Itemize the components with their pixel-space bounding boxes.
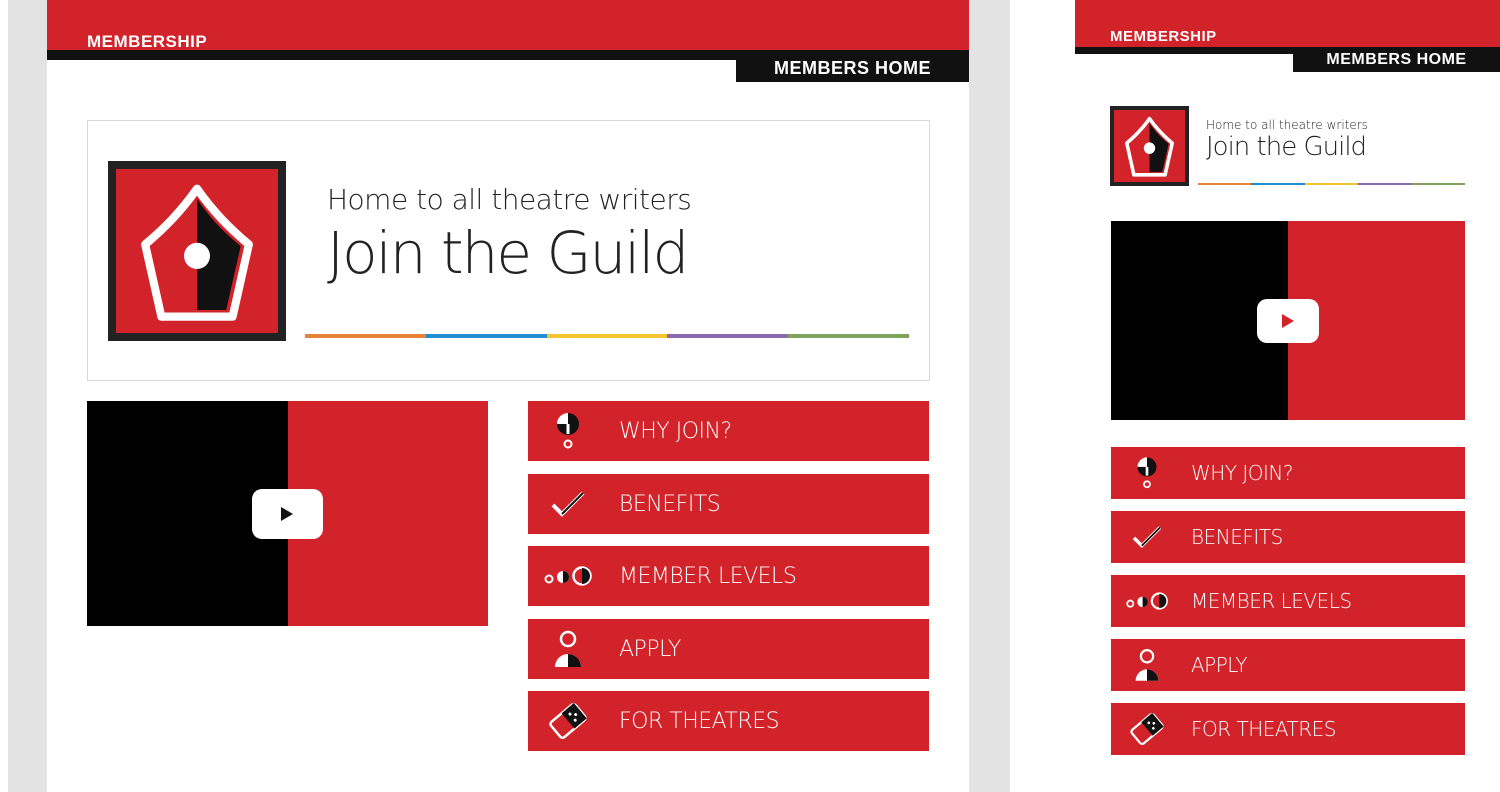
members-home-link[interactable]: MEMBERS HOME xyxy=(736,55,969,82)
color-stripe xyxy=(1198,183,1466,185)
menu-item-label: FOR THEATRES xyxy=(1191,717,1336,741)
menu-item-label: BENEFITS xyxy=(1191,525,1283,549)
menu-item-label: APPLY xyxy=(619,636,681,662)
menu-item-label: APPLY xyxy=(1191,653,1248,677)
menu-item-label: FOR THEATRES xyxy=(619,708,780,734)
levels-icon xyxy=(1121,575,1173,627)
join-headline: Join the Guild xyxy=(1206,132,1367,162)
section-label: MEMBERSHIP xyxy=(1110,28,1217,45)
video-player[interactable] xyxy=(1111,221,1465,420)
pen-nib-curtain-icon xyxy=(116,169,278,333)
ticket-icon xyxy=(540,691,596,751)
video-player[interactable] xyxy=(87,401,488,626)
menu-item-why-join[interactable]: WHY JOIN? xyxy=(1111,447,1465,499)
menu-item-for-theatres[interactable]: FOR THEATRES xyxy=(1111,703,1465,755)
ticket-icon xyxy=(1121,703,1173,755)
person-icon xyxy=(540,619,596,679)
levels-icon xyxy=(540,546,596,606)
guild-logo xyxy=(1110,106,1189,186)
play-icon[interactable] xyxy=(252,489,323,539)
tagline: Home to all theatre writers xyxy=(327,183,692,216)
mobile-layout: MEMBERSHIP MEMBERS HOME Home to all thea… xyxy=(1075,0,1500,792)
top-bar: MEMBERSHIP xyxy=(1075,0,1500,47)
question-icon xyxy=(1121,447,1173,499)
question-icon xyxy=(540,401,596,461)
person-icon xyxy=(1121,639,1173,691)
menu-item-member-levels[interactable]: MEMBER LEVELS xyxy=(1111,575,1465,627)
color-stripe xyxy=(305,334,909,338)
menu-item-label: MEMBER LEVELS xyxy=(619,563,797,589)
tagline: Home to all theatre writers xyxy=(1206,118,1368,132)
menu-item-for-theatres[interactable]: FOR THEATRES xyxy=(528,691,929,751)
menu-item-label: WHY JOIN? xyxy=(619,418,732,444)
menu-item-label: MEMBER LEVELS xyxy=(1191,589,1352,613)
desktop-layout: MEMBERSHIP MEMBERS HOME Home to all thea… xyxy=(47,0,969,792)
join-banner[interactable]: Home to all theatre writers Join the Gui… xyxy=(87,120,930,381)
menu-item-apply[interactable]: APPLY xyxy=(1111,639,1465,691)
play-icon[interactable] xyxy=(1257,299,1319,343)
menu-item-benefits[interactable]: BENEFITS xyxy=(528,474,929,534)
menu-item-member-levels[interactable]: MEMBER LEVELS xyxy=(528,546,929,606)
guild-logo xyxy=(108,161,286,341)
menu-item-label: BENEFITS xyxy=(619,491,721,517)
menu-item-why-join[interactable]: WHY JOIN? xyxy=(528,401,929,461)
checkmark-icon xyxy=(1121,511,1173,563)
menu-item-label: WHY JOIN? xyxy=(1191,461,1294,485)
menu-item-benefits[interactable]: BENEFITS xyxy=(1111,511,1465,563)
pen-nib-curtain-icon xyxy=(1114,110,1185,182)
checkmark-icon xyxy=(540,474,596,534)
members-home-link[interactable]: MEMBERS HOME xyxy=(1293,48,1500,72)
join-headline: Join the Guild xyxy=(327,219,689,287)
menu-item-apply[interactable]: APPLY xyxy=(528,619,929,679)
top-bar: MEMBERSHIP xyxy=(47,0,969,51)
section-label: MEMBERSHIP xyxy=(87,32,208,51)
